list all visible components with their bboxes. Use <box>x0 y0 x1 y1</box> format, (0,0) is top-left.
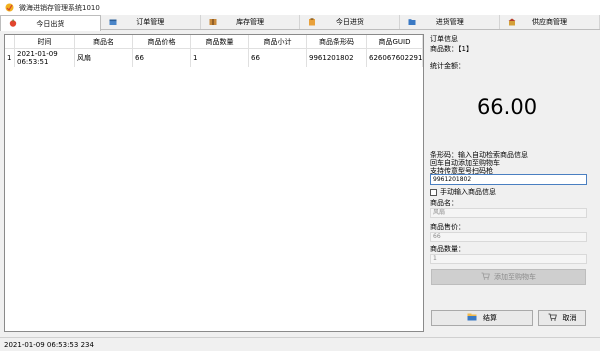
total-amount: 66.00 <box>476 95 538 119</box>
tab-order-management[interactable]: 订单管理 <box>100 15 201 29</box>
cancel-button[interactable]: 取消 <box>538 310 586 326</box>
shop-icon <box>508 18 516 26</box>
table-row[interactable]: 1 2021-01-09 06:53:51 风扇 66 1 66 9961201… <box>5 49 423 67</box>
order-info-title: 订单信息 <box>430 35 458 43</box>
clipboard-icon <box>308 18 316 26</box>
cart-cancel-icon <box>548 313 557 323</box>
column-header-guid[interactable]: 商品GUID <box>367 35 423 48</box>
tab-supplier-management[interactable]: 供应商管理 <box>500 15 600 29</box>
add-to-cart-label: 添加至购物车 <box>494 273 536 281</box>
tab-inventory-management[interactable]: 库存管理 <box>200 15 301 29</box>
title-bar: 微海进销存管理系统1010 <box>0 0 600 15</box>
manual-entry-toggle[interactable]: 手动输入商品信息 <box>430 187 496 197</box>
order-info-panel: 订单信息 商品数：【1】 统计金额： 66.00 条形码：输入自动检索商品信息 … <box>428 30 600 335</box>
product-name-field[interactable]: 风扇 <box>430 208 587 218</box>
cart-icon <box>481 272 490 282</box>
product-name-label: 商品名： <box>430 199 458 207</box>
cell-time: 2021-01-09 06:53:51 <box>15 49 75 67</box>
item-count-label: 商品数：【1】 <box>430 45 473 53</box>
settle-button[interactable]: 结算 <box>431 310 533 326</box>
product-qty-field[interactable]: 1 <box>430 254 587 264</box>
tab-today-inbound[interactable]: 今日进货 <box>300 15 401 29</box>
column-header-barcode[interactable]: 商品条形码 <box>307 35 367 48</box>
cell-qty: 1 <box>191 49 249 67</box>
product-qty-label: 商品数量： <box>430 245 465 253</box>
folder-icon <box>408 18 416 26</box>
cell-subtotal: 66 <box>249 49 307 67</box>
manual-entry-checkbox[interactable] <box>430 188 437 196</box>
cancel-label: 取消 <box>562 314 577 322</box>
window-title: 微海进销存管理系统1010 <box>19 3 100 12</box>
sales-grid[interactable]: 时间 商品名 商品价格 商品数量 商品小计 商品条形码 商品GUID 1 202… <box>4 34 424 332</box>
row-index: 1 <box>5 49 15 67</box>
column-header-subtotal[interactable]: 商品小计 <box>249 35 307 48</box>
apple-icon <box>9 19 17 27</box>
cell-name: 风扇 <box>75 49 133 67</box>
add-to-cart-button[interactable]: 添加至购物车 <box>431 269 586 285</box>
total-label: 统计金额： <box>430 62 465 70</box>
cell-time-date: 2021-01-09 <box>17 50 58 58</box>
app-logo-icon <box>4 3 14 13</box>
tab-today-outbound[interactable]: 今日出货 <box>0 15 101 31</box>
cell-guid: 626067602291​0... <box>367 49 423 67</box>
product-price-label: 商品售价： <box>430 223 465 231</box>
column-header-price[interactable]: 商品价格 <box>133 35 191 48</box>
grid-header: 时间 商品名 商品价格 商品数量 商品小计 商品条形码 商品GUID <box>5 35 423 49</box>
status-text: 2021-01-09 06:53:53 234 <box>4 340 94 349</box>
status-bar: 2021-01-09 06:53:53 234 <box>0 337 600 351</box>
settle-label: 结算 <box>483 314 497 322</box>
manual-entry-label: 手动输入商品信息 <box>440 188 496 196</box>
column-header-name[interactable]: 商品名 <box>75 35 133 48</box>
cell-price: 66 <box>133 49 191 67</box>
tab-bar: 今日出货 订单管理 库存管理 今日进货 进货管理 供应商管理 <box>0 15 600 31</box>
product-price-field[interactable]: 66 <box>430 232 587 242</box>
row-header-corner <box>5 35 15 48</box>
package-icon <box>209 18 217 26</box>
column-header-time[interactable]: 时间 <box>15 35 75 48</box>
column-header-qty[interactable]: 商品数量 <box>191 35 249 48</box>
tab-inbound-management[interactable]: 进货管理 <box>400 15 501 29</box>
box-icon <box>109 18 117 26</box>
barcode-input[interactable]: 9961201802 <box>430 174 587 185</box>
folder-icon <box>467 313 477 323</box>
cell-time-clock: 06:53:51 <box>17 58 49 66</box>
cell-barcode: 9961201802 <box>307 49 367 67</box>
